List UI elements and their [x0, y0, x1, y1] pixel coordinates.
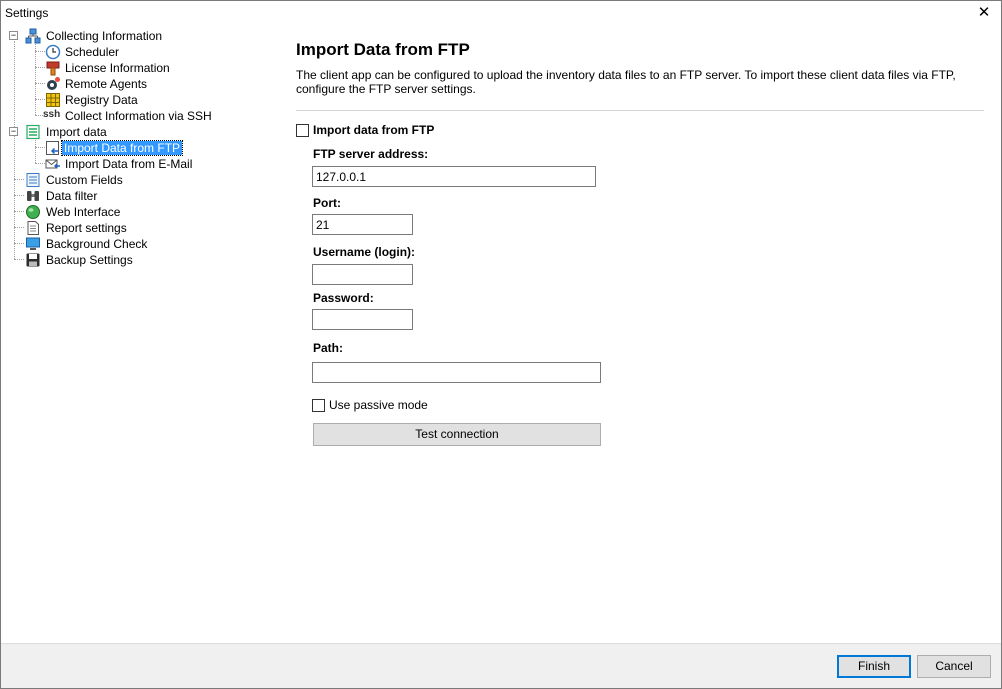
port-label: Port: [313, 196, 341, 210]
tree-item-collect-ssh[interactable]: ssh Collect Information via SSH [1, 108, 271, 124]
page-description: The client app can be configured to uplo… [296, 68, 956, 96]
finish-button[interactable]: Finish [837, 655, 911, 678]
passive-mode-label: Use passive mode [329, 398, 428, 412]
import-ftp-label: Import data from FTP [313, 123, 435, 137]
passive-mode-checkbox[interactable] [312, 399, 325, 412]
tree-item-label: License Information [65, 61, 170, 75]
tree-item-backup-settings[interactable]: Backup Settings [1, 252, 271, 268]
tree-item-label: Custom Fields [46, 173, 123, 187]
registry-grid-icon [46, 93, 60, 107]
tree-item-scheduler[interactable]: Scheduler [1, 44, 271, 60]
passive-mode-row[interactable]: Use passive mode [312, 398, 512, 414]
tree-item-label: Registry Data [65, 93, 138, 107]
monitor-icon [26, 237, 40, 250]
test-connection-button[interactable]: Test connection [313, 423, 601, 446]
tree-item-registry-data[interactable]: Registry Data [1, 92, 271, 108]
settings-window: Settings ✕ − Collecting Information Sche… [0, 0, 1002, 689]
floppy-disk-icon [26, 253, 40, 267]
tree-item-label: Import Data from FTP [60, 140, 184, 156]
email-import-icon [45, 159, 60, 169]
settings-tree: − Collecting Information Scheduler Licen… [1, 27, 280, 642]
clock-icon [45, 44, 61, 60]
tree-item-web-interface[interactable]: Web Interface [1, 204, 271, 220]
tree-item-label: Backup Settings [46, 253, 133, 267]
import-icon [26, 124, 40, 140]
tree-item-custom-fields[interactable]: Custom Fields [1, 172, 271, 188]
tree-item-label: Scheduler [65, 45, 120, 59]
tree-item-label: Import Data from E-Mail [65, 157, 193, 171]
divider [296, 110, 984, 111]
dialog-footer: Finish Cancel [1, 643, 1001, 688]
tree-item-label: Import data [46, 125, 107, 139]
import-ftp-checkbox-row[interactable]: Import data from FTP [296, 123, 496, 139]
tree-item-remote-agents[interactable]: Remote Agents [1, 76, 271, 92]
path-label: Path: [313, 341, 343, 355]
window-title: Settings [5, 6, 49, 20]
password-label: Password: [313, 291, 374, 305]
tree-item-background-check[interactable]: Background Check [1, 236, 271, 252]
ftp-server-input[interactable] [312, 166, 596, 187]
certificate-icon [46, 61, 60, 76]
tree-item-label: Collect Information via SSH [65, 109, 212, 123]
collapse-icon[interactable]: − [9, 127, 18, 136]
title-bar: Settings ✕ [1, 1, 1001, 26]
tree-item-import-email[interactable]: Import Data from E-Mail [1, 156, 271, 172]
fields-list-icon [26, 173, 40, 187]
tree-item-label: Report settings [46, 221, 127, 235]
collapse-icon[interactable]: − [9, 31, 18, 40]
username-label: Username (login): [313, 245, 416, 259]
network-icon [25, 28, 41, 44]
import-ftp-checkbox[interactable] [296, 124, 309, 137]
tree-item-license-information[interactable]: License Information [1, 60, 271, 76]
tree-item-label: Data filter [46, 189, 98, 203]
ssh-icon: ssh [43, 109, 61, 120]
path-input[interactable] [312, 362, 601, 383]
tree-item-label: Remote Agents [65, 77, 148, 91]
page-title: Import Data from FTP [296, 40, 470, 59]
close-icon[interactable]: ✕ [973, 3, 995, 23]
cancel-button[interactable]: Cancel [917, 655, 991, 678]
agent-gear-icon [47, 77, 60, 90]
tree-item-import-data[interactable]: − Import data [1, 124, 271, 140]
tree-item-label: Background Check [46, 237, 148, 251]
binoculars-icon [27, 191, 39, 201]
port-input[interactable] [312, 214, 413, 235]
tree-item-label: Collecting Information [46, 29, 163, 43]
tree-item-import-ftp[interactable]: Import Data from FTP [1, 140, 271, 156]
tree-item-report-settings[interactable]: Report settings [1, 220, 271, 236]
globe-icon [26, 205, 40, 219]
ftp-import-icon [46, 141, 59, 155]
tree-item-label: Web Interface [46, 205, 121, 219]
report-icon [27, 221, 39, 235]
password-input[interactable] [312, 309, 413, 330]
tree-item-collecting-information[interactable]: − Collecting Information [1, 28, 271, 44]
tree-item-data-filter[interactable]: Data filter [1, 188, 271, 204]
ftp-server-label: FTP server address: [313, 147, 429, 161]
username-input[interactable] [312, 264, 413, 285]
